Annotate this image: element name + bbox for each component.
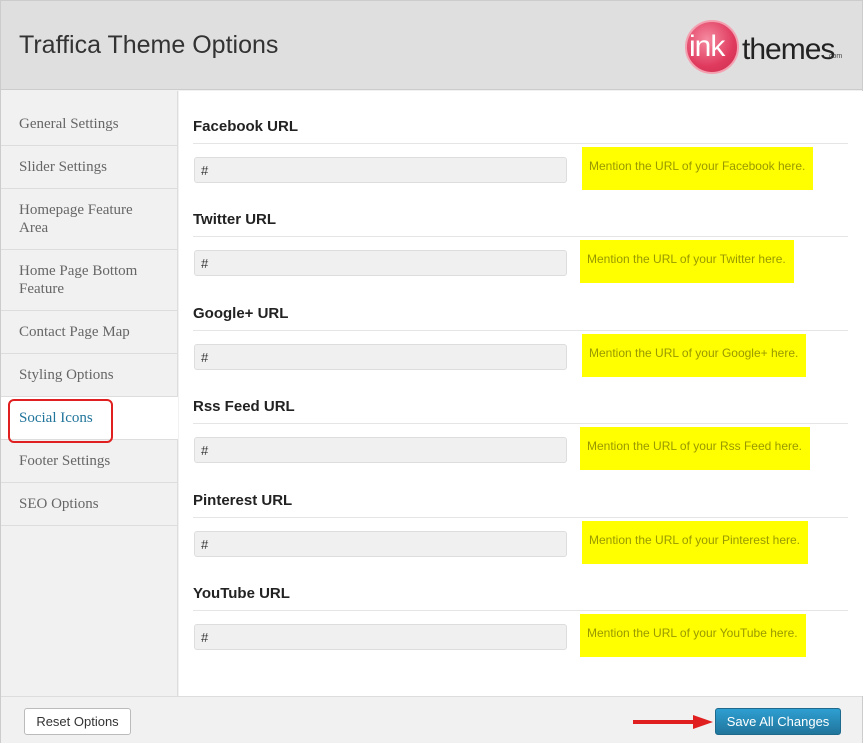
help-text: Mention the URL of your Pinterest here. bbox=[582, 521, 808, 564]
inkthemes-logo: ink themes .com bbox=[685, 20, 845, 76]
field-youtube: YouTube URL Mention the URL of your YouT… bbox=[193, 566, 848, 659]
sidebar-item-homepage-feature-area[interactable]: Homepage Feature Area bbox=[1, 189, 177, 250]
theme-options-panel: Traffica Theme Options ink themes .com Gen… bbox=[0, 0, 863, 743]
field-label: Rss Feed URL bbox=[193, 379, 848, 424]
sidebar-item-styling-options[interactable]: Styling Options bbox=[1, 354, 177, 397]
field-label: Facebook URL bbox=[193, 99, 848, 144]
googleplus-url-input[interactable] bbox=[194, 344, 567, 370]
field-label: YouTube URL bbox=[193, 566, 848, 611]
reset-options-button[interactable]: Reset Options bbox=[24, 708, 131, 735]
youtube-url-input[interactable] bbox=[194, 624, 567, 650]
highlight-box bbox=[8, 399, 113, 443]
red-arrow-icon bbox=[633, 715, 713, 729]
help-text: Mention the URL of your Twitter here. bbox=[580, 240, 794, 283]
sidebar: General Settings Slider Settings Homepag… bbox=[1, 91, 178, 696]
field-label: Twitter URL bbox=[193, 192, 848, 237]
twitter-url-input[interactable] bbox=[194, 250, 567, 276]
main-content: Facebook URL Mention the URL of your Fac… bbox=[179, 91, 863, 696]
sidebar-item-slider-settings[interactable]: Slider Settings bbox=[1, 146, 177, 189]
field-facebook: Facebook URL Mention the URL of your Fac… bbox=[193, 99, 848, 192]
footer-bar: Reset Options Save All Changes bbox=[1, 696, 862, 743]
pinterest-url-input[interactable] bbox=[194, 531, 567, 557]
facebook-url-input[interactable] bbox=[194, 157, 567, 183]
sidebar-item-general-settings[interactable]: General Settings bbox=[1, 103, 177, 146]
sidebar-item-footer-settings[interactable]: Footer Settings bbox=[1, 440, 177, 483]
sidebar-item-contact-page-map[interactable]: Contact Page Map bbox=[1, 311, 177, 354]
help-text: Mention the URL of your Google+ here. bbox=[582, 334, 807, 377]
field-twitter: Twitter URL Mention the URL of your Twit… bbox=[193, 192, 848, 285]
save-all-changes-button[interactable]: Save All Changes bbox=[715, 708, 841, 735]
sidebar-item-home-page-bottom-feature[interactable]: Home Page Bottom Feature bbox=[1, 250, 177, 311]
sidebar-item-social-icons[interactable]: Social Icons bbox=[1, 397, 178, 443]
header: Traffica Theme Options ink themes .com bbox=[1, 1, 862, 90]
field-pinterest: Pinterest URL Mention the URL of your Pi… bbox=[193, 473, 848, 566]
field-label: Pinterest URL bbox=[193, 473, 848, 518]
rss-url-input[interactable] bbox=[194, 437, 567, 463]
help-text: Mention the URL of your YouTube here. bbox=[580, 614, 806, 657]
field-googleplus: Google+ URL Mention the URL of your Goog… bbox=[193, 286, 848, 379]
field-label: Google+ URL bbox=[193, 286, 848, 331]
help-text: Mention the URL of your Facebook here. bbox=[582, 147, 814, 190]
help-text: Mention the URL of your Rss Feed here. bbox=[580, 427, 810, 470]
field-rss: Rss Feed URL Mention the URL of your Rss… bbox=[193, 379, 848, 472]
page-title: Traffica Theme Options bbox=[19, 31, 279, 59]
sidebar-item-seo-options[interactable]: SEO Options bbox=[1, 483, 177, 526]
